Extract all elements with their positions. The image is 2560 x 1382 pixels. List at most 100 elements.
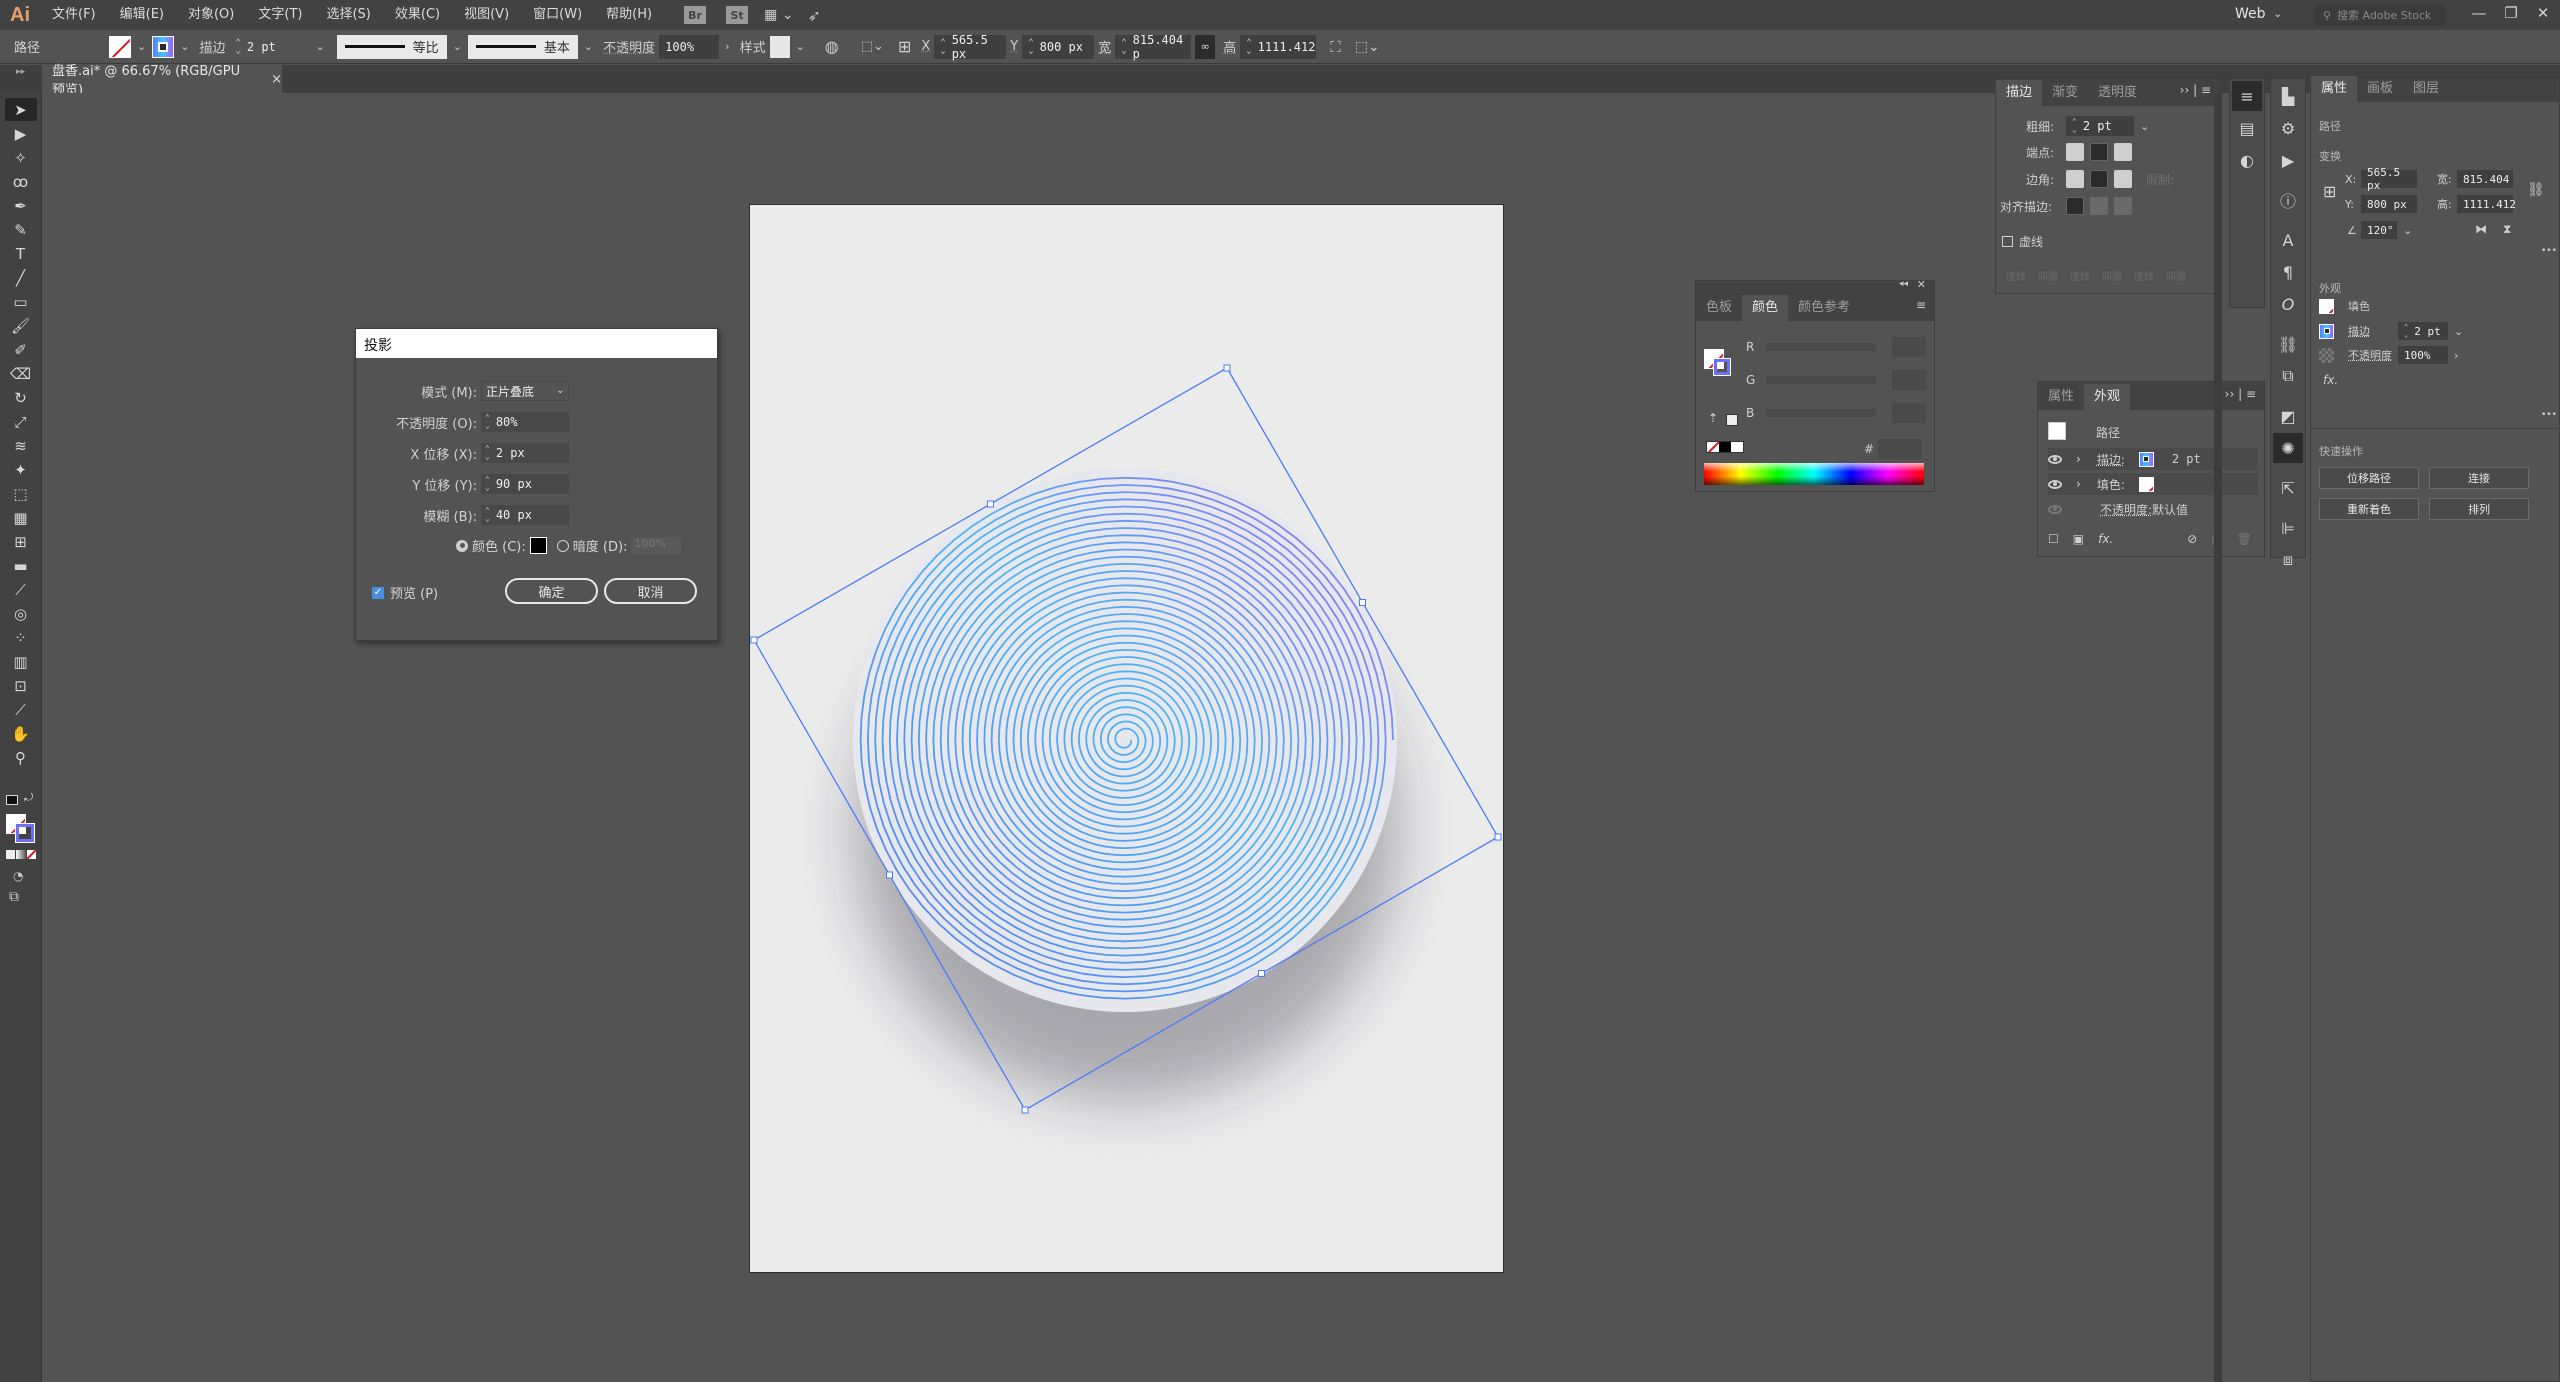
- more-options-icon[interactable]: •••: [2541, 246, 2557, 256]
- blend-mode-select[interactable]: 正片叠底 ⌄: [481, 381, 569, 401]
- document-tab[interactable]: 盘香.ai* @ 66.67% (RGB/GPU 预览) ×: [42, 64, 282, 98]
- fill-label[interactable]: 填色:: [2097, 476, 2125, 493]
- round-join-button[interactable]: [2090, 170, 2108, 188]
- pathfinder-icon[interactable]: ◩: [2273, 401, 2303, 431]
- default-fill-stroke-icon[interactable]: [6, 795, 18, 805]
- drawing-modes-icon[interactable]: ◔: [13, 869, 23, 883]
- flip-horizontal-icon[interactable]: ⧓: [2475, 222, 2487, 236]
- tab-appearance[interactable]: 外观: [2084, 384, 2131, 410]
- prop-y-input[interactable]: 800 px: [2361, 195, 2417, 213]
- gradient-tool[interactable]: ▬: [5, 554, 37, 577]
- close-tab-icon[interactable]: ×: [271, 72, 282, 87]
- recolor-artwork-icon[interactable]: ◍: [825, 37, 839, 56]
- color-radio[interactable]: [456, 539, 468, 552]
- rotate-input[interactable]: 120°: [2361, 221, 2397, 239]
- add-fill-icon[interactable]: ▣: [2073, 532, 2084, 546]
- magic-wand-tool[interactable]: ✧: [5, 146, 37, 169]
- brush-dropdown-icon[interactable]: ⌄: [584, 40, 593, 53]
- align-panel-icon[interactable]: ⊫: [2273, 513, 2303, 543]
- ok-button[interactable]: 确定: [505, 578, 598, 604]
- prop-height-input[interactable]: 1111.412: [2457, 195, 2516, 213]
- curvature-tool[interactable]: ✎: [5, 218, 37, 241]
- menu-select[interactable]: 选择(S): [314, 0, 382, 30]
- artboard[interactable]: [750, 205, 1503, 1272]
- preview-checkbox[interactable]: ✓: [372, 586, 384, 599]
- recolor-button[interactable]: 重新着色: [2319, 498, 2419, 520]
- panel-menu-icon[interactable]: ›› | ≡: [2180, 83, 2211, 97]
- stock-icon[interactable]: St: [726, 6, 749, 24]
- prop-x-input[interactable]: 565.5 px: [2361, 166, 2417, 192]
- channel-g-slider[interactable]: [1766, 376, 1876, 384]
- menu-effect[interactable]: 效果(C): [383, 0, 452, 30]
- prop-stroke-weight-input[interactable]: ⌃ ⌄ 2 pt: [2398, 322, 2448, 340]
- close-window-button[interactable]: ✕: [2524, 0, 2560, 26]
- menu-object[interactable]: 对象(O): [176, 0, 246, 30]
- stroke-label[interactable]: 描边:: [2097, 451, 2125, 468]
- weight-input[interactable]: ⌃ ⌄ 2 pt: [2066, 116, 2134, 136]
- align-outside-button[interactable]: [2114, 197, 2132, 215]
- expand-icon[interactable]: ›: [2076, 452, 2081, 466]
- width-field[interactable]: ⌃ ⌄ 815.404 p: [1115, 33, 1192, 61]
- panel-menu-icon[interactable]: ›› | ≡: [2225, 387, 2256, 401]
- bevel-join-button[interactable]: [2114, 170, 2132, 188]
- menu-file[interactable]: 文件(F): [40, 0, 108, 30]
- out-of-gamut-icon[interactable]: ⇡: [1708, 411, 1718, 425]
- stroke-panel-icon[interactable]: ≡: [2232, 81, 2262, 111]
- arrange-button[interactable]: 排列: [2429, 498, 2529, 520]
- opacity-field[interactable]: 100%: [659, 34, 720, 59]
- color-spectrum-bar[interactable]: [1704, 463, 1924, 485]
- transparency-panel-icon[interactable]: ◐: [2232, 145, 2262, 175]
- prop-width-input[interactable]: 815.404: [2457, 170, 2513, 188]
- profile-dropdown-icon[interactable]: ⌄: [453, 40, 462, 53]
- tab-properties[interactable]: 属性: [2311, 76, 2358, 102]
- more-options-icon[interactable]: •••: [2541, 410, 2557, 420]
- stroke-color-swatch[interactable]: [16, 824, 34, 842]
- tab-swatches[interactable]: 色板: [1696, 295, 1742, 321]
- opacity-label[interactable]: 不透明度:: [2100, 501, 2152, 518]
- gradient-panel-icon[interactable]: ▤: [2232, 113, 2262, 143]
- stroke-weight-dropdown-icon[interactable]: ⌄: [315, 40, 324, 53]
- shaper-tool[interactable]: ✐: [5, 338, 37, 361]
- menu-edit[interactable]: 编辑(E): [108, 0, 176, 30]
- symbol-sprayer-tool[interactable]: ⁘: [5, 626, 37, 649]
- puppet-warp-tool[interactable]: ✦: [5, 458, 37, 481]
- prop-stroke-dropdown-icon[interactable]: ⌄: [2454, 325, 2463, 338]
- prop-opacity-expand-icon[interactable]: ›: [2454, 349, 2458, 362]
- blend-tool[interactable]: ◎: [5, 602, 37, 625]
- hand-tool[interactable]: ✋: [5, 722, 37, 745]
- tab-color[interactable]: 颜色: [1742, 295, 1789, 321]
- column-graph-tool[interactable]: ▥: [5, 650, 37, 673]
- links-icon[interactable]: ⛓: [2273, 329, 2303, 359]
- stroke-swatch[interactable]: [152, 35, 175, 58]
- tab-gradient[interactable]: 渐变: [2042, 80, 2088, 106]
- y-field[interactable]: ⌃ ⌄ 800 px: [1022, 34, 1095, 59]
- prop-stroke-label[interactable]: 描边: [2348, 323, 2398, 339]
- round-cap-button[interactable]: [2090, 143, 2108, 161]
- stroke-weight-field[interactable]: ⌃ ⌄ 2 pt: [229, 34, 310, 59]
- slice-tool[interactable]: ⟋: [5, 698, 37, 721]
- warp-tool[interactable]: ≋: [5, 434, 37, 457]
- align-center-button[interactable]: [2066, 197, 2084, 215]
- fill-attribute-row[interactable]: › 填色:: [2048, 473, 2258, 495]
- align-icon[interactable]: ⬚⌄: [861, 39, 884, 54]
- color-stroke-swatch[interactable]: [1714, 359, 1730, 375]
- tab-artboards[interactable]: 画板: [2357, 76, 2403, 102]
- swap-fill-stroke-icon[interactable]: ⤾: [24, 791, 33, 805]
- reference-point-icon[interactable]: ⊞: [2323, 182, 2336, 201]
- transform-icon[interactable]: ⛶: [1330, 38, 1341, 56]
- menu-help[interactable]: 帮助(H): [594, 0, 664, 30]
- dash-field-2[interactable]: 虚线: [2070, 268, 2090, 283]
- transform-panel-icon[interactable]: ⧈: [2273, 545, 2303, 575]
- fx-icon[interactable]: fx.: [2098, 532, 2113, 546]
- reference-point-icon[interactable]: ⊞: [898, 37, 911, 56]
- eyedropper-tool[interactable]: ⟋: [5, 578, 37, 601]
- prop-stroke-swatch[interactable]: [2319, 323, 2334, 339]
- rotate-dropdown-icon[interactable]: ⌄: [2403, 224, 2412, 237]
- menu-view[interactable]: 视图(V): [452, 0, 521, 30]
- stroke-label[interactable]: 描边: [199, 37, 225, 56]
- zoom-tool[interactable]: ⚲: [5, 746, 37, 769]
- add-stroke-icon[interactable]: ☐: [2048, 532, 2059, 546]
- opacity-label[interactable]: 不透明度: [603, 37, 655, 56]
- collapse-panel-icon[interactable]: ◂◂: [1899, 279, 1908, 289]
- artboards-icon[interactable]: ⧉: [2273, 361, 2303, 391]
